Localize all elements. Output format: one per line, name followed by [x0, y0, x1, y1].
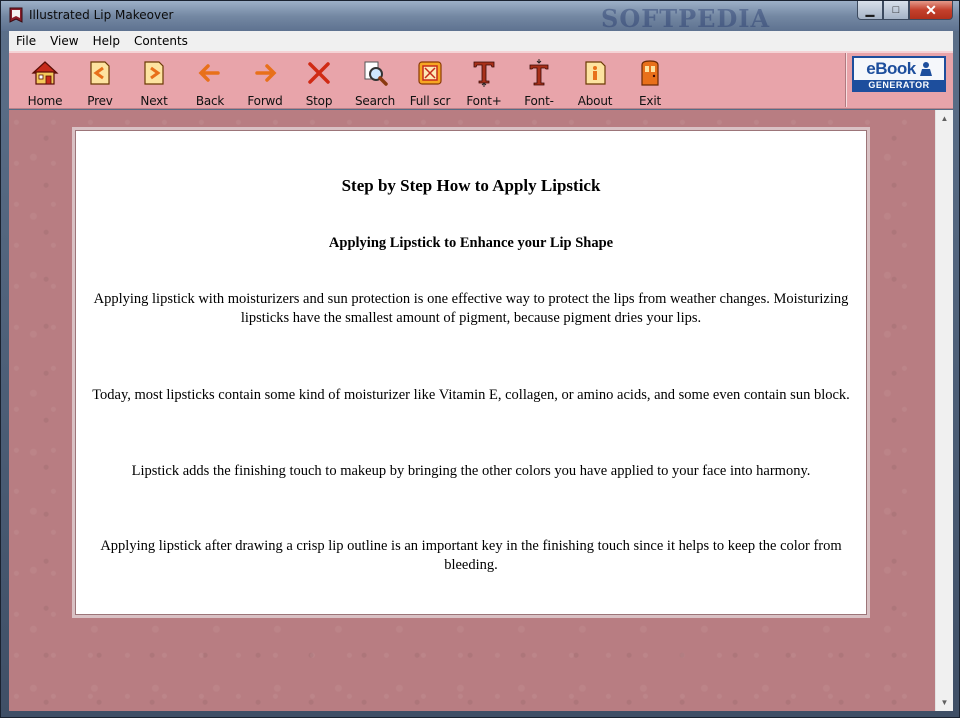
paragraph-3: Lipstick adds the finishing touch to mak… — [131, 463, 811, 479]
exit-button[interactable]: Exit — [623, 57, 677, 108]
back-label: Back — [195, 94, 225, 108]
ebook-generator-logo[interactable]: eBook GENERATOR — [852, 56, 946, 92]
toolbar-highlight — [9, 51, 953, 53]
home-button[interactable]: Home — [18, 57, 72, 108]
about-button[interactable]: About — [568, 57, 622, 108]
forward-label: Forwd — [247, 94, 283, 108]
paragraph-2: Today, most lipsticks contain some kind … — [92, 387, 850, 403]
paragraph-4: Applying lipstick after drawing a crisp … — [100, 538, 842, 573]
watermark: SOFTPEDIA — [601, 4, 771, 33]
vertical-scrollbar[interactable]: ▲ ▼ — [935, 110, 953, 711]
window-title: Illustrated Lip Makeover — [29, 8, 174, 22]
stop-label: Stop — [305, 94, 333, 108]
menu-help[interactable]: Help — [86, 34, 127, 48]
menu-contents[interactable]: Contents — [127, 34, 195, 48]
menu-bar: File View Help Contents — [9, 31, 953, 51]
scroll-down-button[interactable]: ▼ — [936, 694, 953, 711]
toolbar: Home Prev Next Back Forwd Stop Search Fu… — [9, 51, 953, 109]
prev-page-icon — [90, 61, 110, 85]
logo-word: eBook — [866, 59, 916, 78]
maximize-button[interactable]: □ — [883, 1, 909, 20]
paragraph-1: Applying lipstick with moisturizers and … — [93, 291, 849, 326]
exit-label: Exit — [639, 94, 661, 108]
content-area: Step by Step How to Apply Lipstick Apply… — [9, 110, 935, 711]
search-icon — [364, 61, 388, 86]
stop-button[interactable]: Stop — [292, 57, 346, 108]
font-decrease-icon — [529, 59, 549, 86]
close-button[interactable]: ✕ — [909, 1, 953, 20]
font-increase-button[interactable]: Font+ — [457, 57, 511, 108]
scroll-up-button[interactable]: ▲ — [936, 110, 953, 127]
home-label: Home — [27, 94, 63, 108]
back-button[interactable]: Back — [183, 57, 237, 108]
font-increase-icon — [473, 61, 495, 87]
menu-view[interactable]: View — [43, 34, 85, 48]
fullscreen-label: Full scr — [409, 94, 451, 108]
back-arrow-icon — [198, 64, 220, 82]
logo-figure-icon — [919, 62, 932, 76]
home-icon — [31, 61, 59, 85]
search-label: Search — [354, 94, 396, 108]
page-subtitle: Applying Lipstick to Enhance your Lip Sh… — [328, 235, 614, 251]
logo-tagline: GENERATOR — [854, 80, 944, 91]
next-label: Next — [140, 94, 168, 108]
font-increase-label: Font+ — [466, 94, 502, 108]
about-label: About — [577, 94, 613, 108]
font-decrease-button[interactable]: Font- — [512, 57, 566, 108]
app-window: Illustrated Lip Makeover SOFTPEDIA ▁ □ ✕… — [0, 0, 960, 718]
search-button[interactable]: Search — [348, 57, 402, 108]
prev-label: Prev — [87, 94, 113, 108]
title-bar[interactable]: Illustrated Lip Makeover SOFTPEDIA ▁ □ ✕ — [1, 1, 959, 33]
exit-door-icon — [641, 60, 659, 86]
page-title: Step by Step How to Apply Lipstick — [341, 176, 601, 195]
about-icon — [585, 61, 606, 85]
fullscreen-button[interactable]: Full scr — [403, 57, 457, 108]
forward-button[interactable]: Forwd — [238, 57, 292, 108]
minimize-button[interactable]: ▁ — [857, 1, 883, 20]
prev-button[interactable]: Prev — [73, 57, 127, 108]
forward-arrow-icon — [255, 64, 277, 82]
window-controls: ▁ □ ✕ — [857, 1, 953, 20]
toolbar-divider-highlight — [846, 53, 847, 107]
menu-file[interactable]: File — [9, 34, 43, 48]
ebook-page: Step by Step How to Apply Lipstick Apply… — [72, 127, 870, 618]
app-logo-icon — [9, 7, 23, 23]
next-button[interactable]: Next — [127, 57, 181, 108]
font-decrease-label: Font- — [524, 94, 554, 108]
next-page-icon — [144, 61, 164, 85]
logo-top: eBook — [854, 58, 944, 80]
fullscreen-icon — [418, 61, 442, 85]
stop-x-icon — [308, 62, 330, 84]
